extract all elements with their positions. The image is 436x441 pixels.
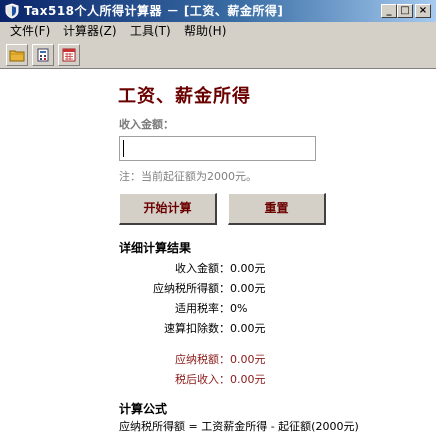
result-label: 速算扣除数： bbox=[164, 322, 230, 335]
result-row-taxable: 应纳税所得额： 0.00元 bbox=[90, 281, 390, 297]
calculator-doc-icon bbox=[37, 48, 49, 62]
result-row-deduction: 速算扣除数： 0.00元 bbox=[90, 321, 390, 337]
close-button[interactable]: × bbox=[415, 4, 431, 18]
toolbar bbox=[0, 41, 436, 69]
window-title: Tax518个人所得计算器 － [工资、薪金所得] bbox=[24, 4, 284, 18]
page-title: 工资、薪金所得 bbox=[118, 86, 251, 107]
result-value: 0.00元 bbox=[230, 373, 266, 386]
start-calculate-button[interactable]: 开始计算 bbox=[119, 193, 217, 225]
close-icon: × bbox=[418, 5, 428, 16]
main-content: 工资、薪金所得 收入金额： 注：当前起征额为2000元。 开始计算 重置 详细计… bbox=[0, 69, 436, 441]
result-value: 0% bbox=[230, 302, 248, 315]
reset-button[interactable]: 重置 bbox=[228, 193, 326, 225]
result-value: 0.00元 bbox=[230, 353, 266, 366]
income-input[interactable] bbox=[119, 136, 316, 161]
result-row-income: 收入金额： 0.00元 bbox=[90, 261, 390, 277]
result-label: 税后收入： bbox=[175, 373, 230, 386]
result-row-rate: 适用税率： 0% bbox=[90, 301, 390, 317]
result-label: 适用税率： bbox=[175, 302, 230, 315]
results-title: 详细计算结果 bbox=[119, 241, 192, 255]
minimize-button[interactable]: _ bbox=[381, 4, 397, 18]
result-row-after-tax: 税后收入： 0.00元 bbox=[90, 372, 390, 388]
income-label: 收入金额： bbox=[119, 118, 174, 131]
title-bar[interactable]: Tax518个人所得计算器 － [工资、薪金所得] _ □ × bbox=[0, 0, 436, 22]
formula-title: 计算公式 bbox=[119, 402, 168, 416]
result-row-tax-payable: 应纳税额： 0.00元 bbox=[90, 352, 390, 368]
toolbar-calendar-button[interactable] bbox=[58, 44, 80, 66]
result-label: 收入金额： bbox=[175, 262, 230, 275]
toolbar-calculator-button[interactable] bbox=[32, 44, 54, 66]
result-value: 0.00元 bbox=[230, 322, 266, 335]
menu-help[interactable]: 帮助(H) bbox=[184, 22, 226, 41]
menu-bar: 文件(F) 计算器(Z) 工具(T) 帮助(H) bbox=[0, 22, 436, 41]
formula-text: 应纳税所得额 = 工资薪金所得 - 起征额(2000元) bbox=[119, 420, 359, 433]
calendar-icon bbox=[62, 48, 76, 62]
shield-app-icon bbox=[5, 3, 19, 19]
menu-calculator[interactable]: 计算器(Z) bbox=[63, 22, 117, 41]
maximize-icon: □ bbox=[400, 5, 410, 16]
app-window: Tax518个人所得计算器 － [工资、薪金所得] _ □ × 文件(F) 计算… bbox=[0, 0, 436, 441]
minimize-icon: _ bbox=[386, 5, 392, 16]
result-label: 应纳税所得额： bbox=[153, 282, 230, 295]
result-value: 0.00元 bbox=[230, 282, 266, 295]
menu-file[interactable]: 文件(F) bbox=[10, 22, 50, 41]
result-value: 0.00元 bbox=[230, 262, 266, 275]
result-label: 应纳税额： bbox=[175, 353, 230, 366]
text-caret bbox=[123, 140, 124, 157]
toolbar-open-button[interactable] bbox=[6, 44, 28, 66]
folder-icon bbox=[9, 50, 25, 62]
maximize-button[interactable]: □ bbox=[397, 4, 413, 18]
threshold-note: 注：当前起征额为2000元。 bbox=[119, 170, 257, 183]
menu-tools[interactable]: 工具(T) bbox=[130, 22, 171, 41]
